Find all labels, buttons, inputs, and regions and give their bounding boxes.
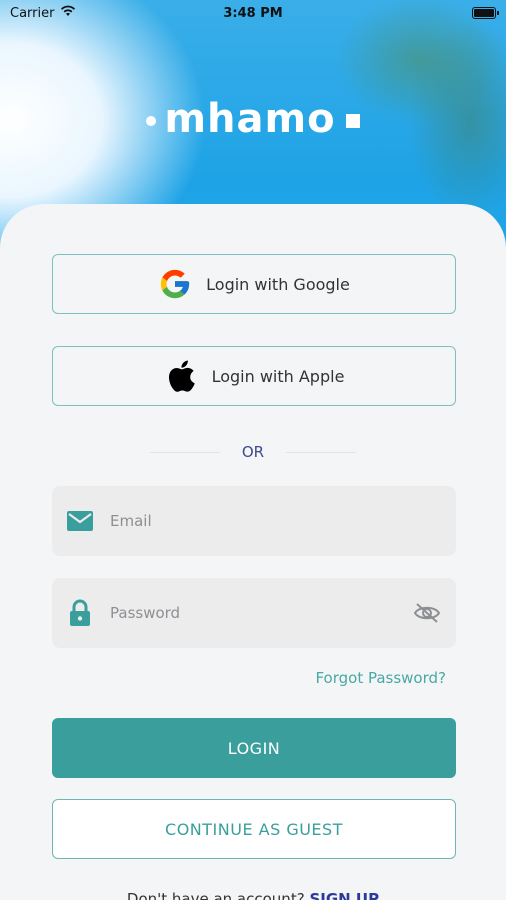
divider-line-right [286, 451, 357, 453]
apple-login-label: Login with Apple [211, 366, 345, 386]
login-button[interactable]: LOGIN [52, 718, 456, 778]
or-label: OR [241, 443, 265, 461]
signup-prompt-text: Don't have an account? [126, 890, 305, 900]
brand-logo: mhamo [0, 96, 506, 142]
logo-square [345, 114, 360, 128]
forgot-password-link[interactable]: Forgot Password? [315, 669, 446, 687]
google-icon [158, 267, 192, 301]
wifi-icon [60, 5, 76, 21]
status-bar: Carrier 3:48 PM [0, 0, 506, 26]
continue-as-guest-button[interactable]: CONTINUE AS GUEST [52, 799, 456, 859]
divider-line-left [149, 451, 220, 453]
logo-text: mhamo [164, 96, 336, 142]
apple-icon [164, 359, 198, 393]
or-divider: OR [0, 440, 506, 464]
google-login-label: Login with Google [206, 274, 350, 294]
apple-login-button[interactable]: Login with Apple [52, 346, 456, 406]
battery-icon [472, 7, 499, 19]
signup-prompt: Don't have an account? SIGN UP [0, 890, 506, 900]
google-login-button[interactable]: Login with Google [52, 254, 456, 314]
mail-icon [66, 507, 94, 535]
signup-link[interactable]: SIGN UP [309, 890, 379, 900]
email-input[interactable] [110, 512, 442, 530]
status-left: Carrier [10, 5, 76, 21]
logo-dot [146, 116, 157, 126]
carrier-label: Carrier [10, 5, 55, 21]
eye-off-icon[interactable] [412, 598, 442, 628]
lock-icon [66, 599, 94, 627]
password-input[interactable] [110, 604, 412, 622]
email-field[interactable] [52, 486, 456, 556]
password-field[interactable] [52, 578, 456, 648]
